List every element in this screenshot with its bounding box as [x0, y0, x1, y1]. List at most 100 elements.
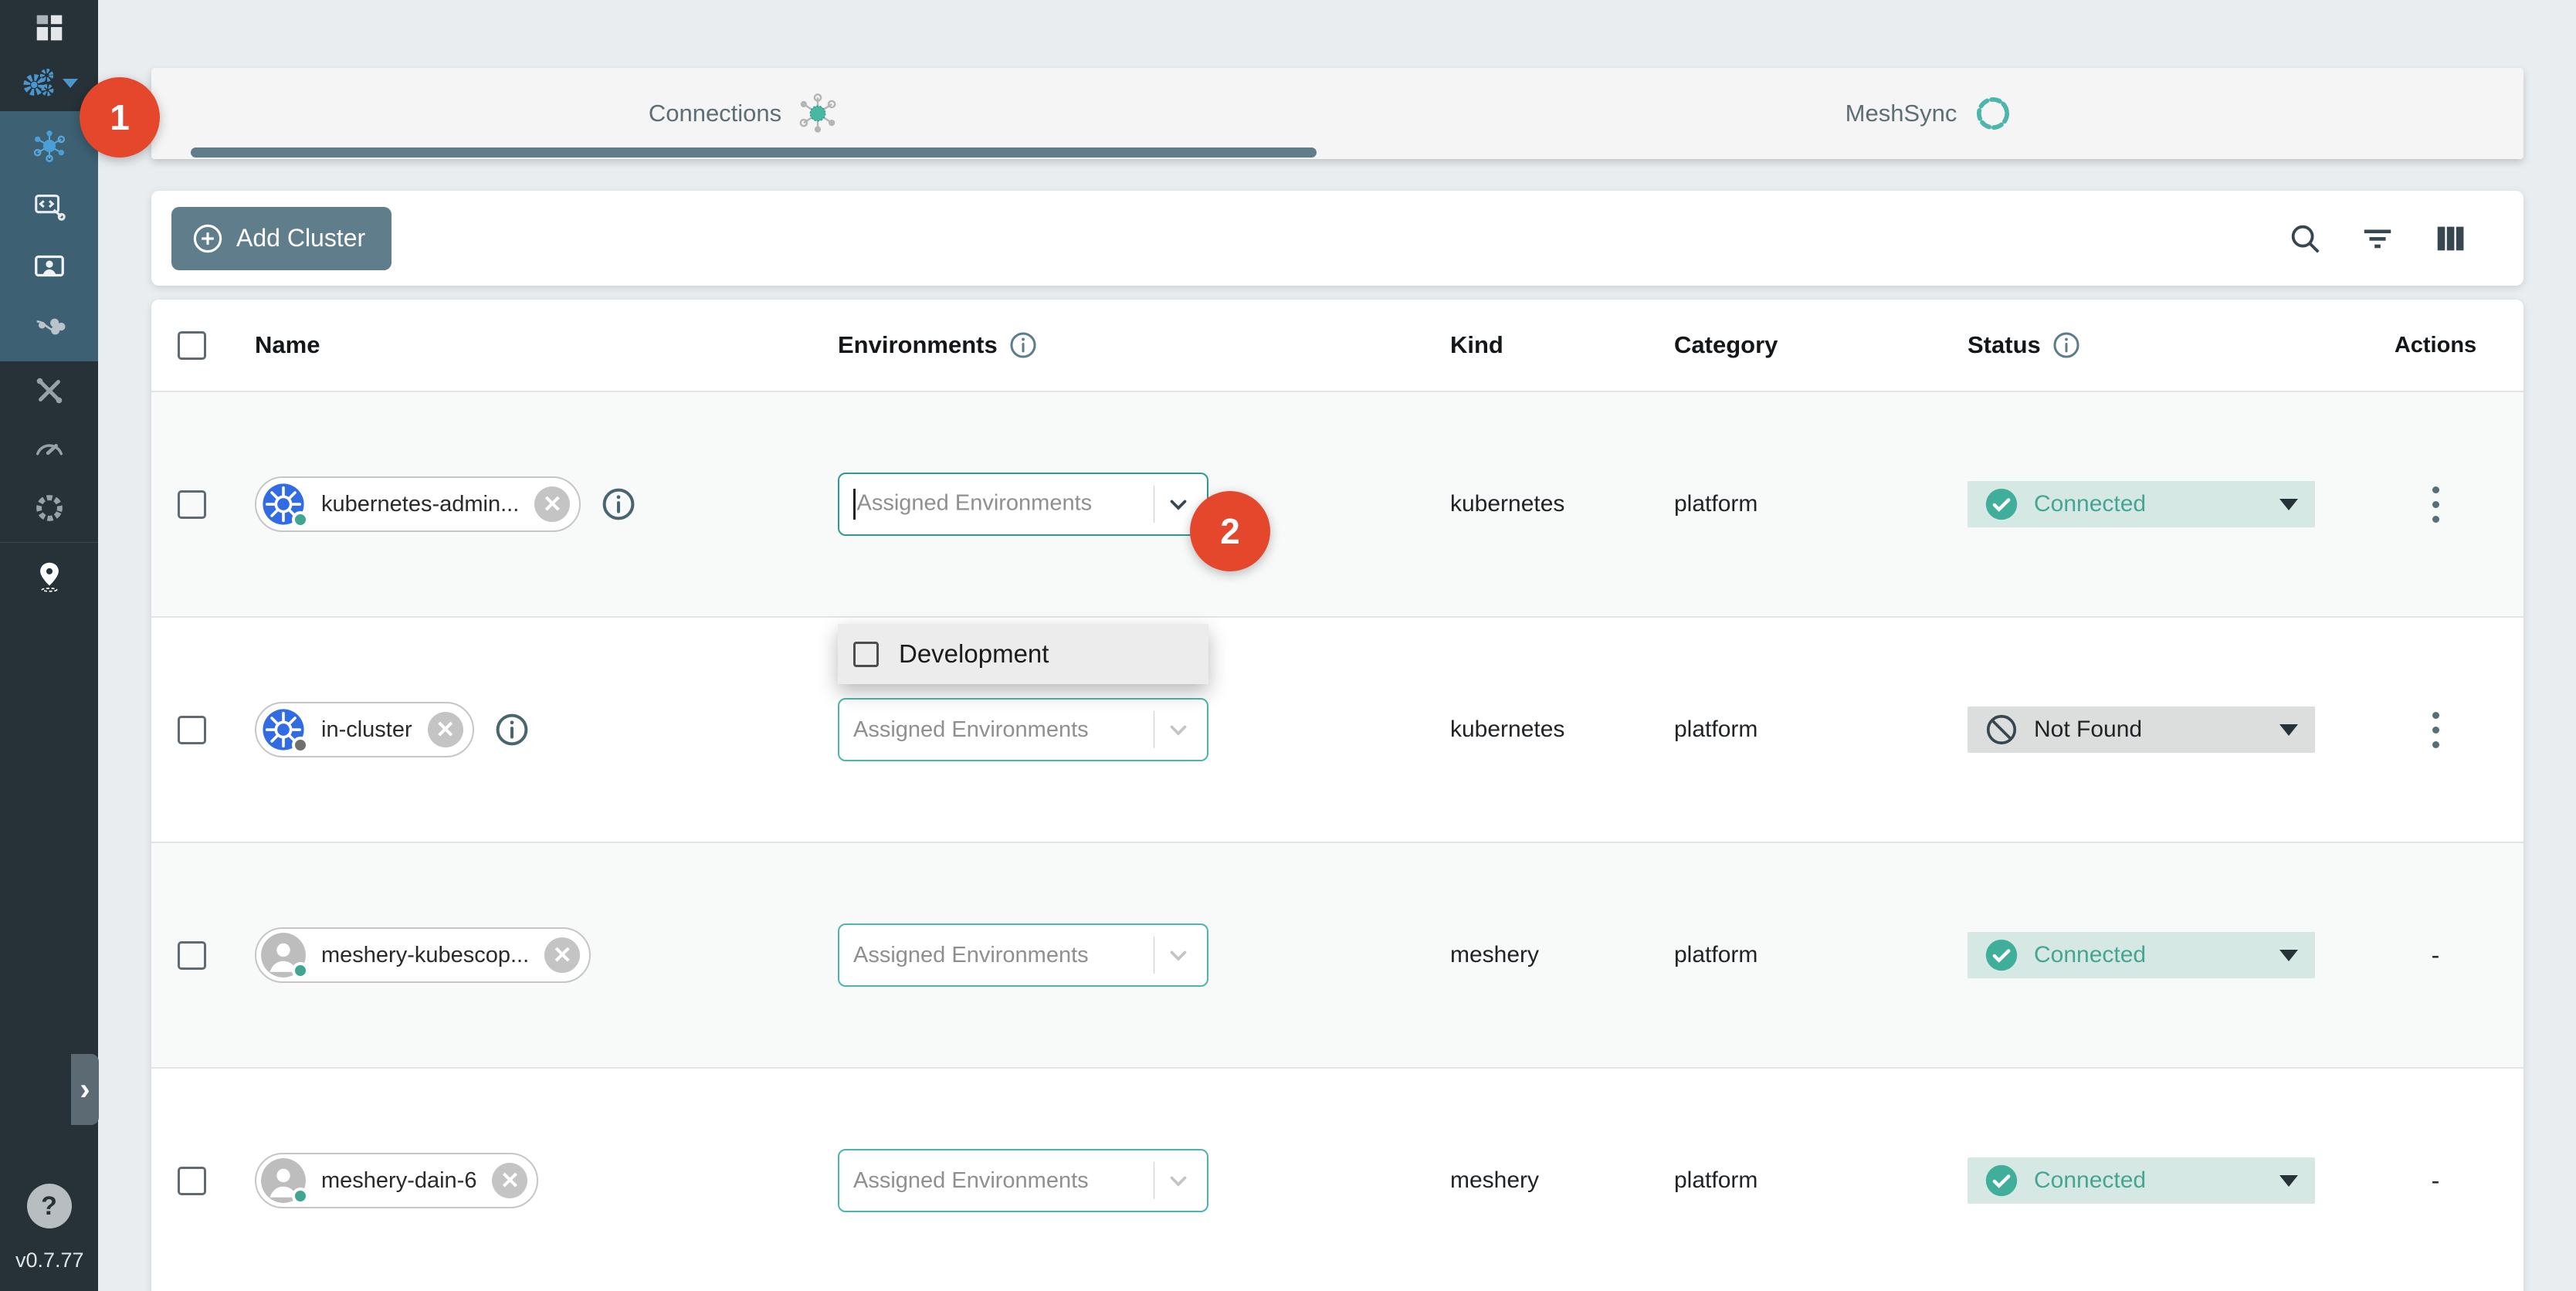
- connection-chip[interactable]: meshery-kubescop... ✕: [255, 927, 591, 983]
- plus-circle-icon: [192, 222, 224, 255]
- connection-name: kubernetes-admin...: [321, 492, 519, 517]
- environments-select[interactable]: Assigned Environments: [838, 698, 1208, 761]
- meshery-app: ? v0.7.77 › Connections MeshSync: [0, 0, 2576, 1291]
- tab-connections-label: Connections: [649, 100, 781, 127]
- row-checkbox[interactable]: [178, 941, 206, 970]
- no-actions-dash: -: [2432, 941, 2440, 970]
- environments-placeholder: Assigned Environments: [853, 1168, 1154, 1194]
- no-actions-dash: -: [2432, 1167, 2440, 1195]
- chevron-down-icon[interactable]: [1165, 717, 1191, 743]
- tab-bar: Connections MeshSync: [151, 68, 2523, 159]
- connection-name: meshery-kubescop...: [321, 943, 529, 968]
- chevron-down-icon[interactable]: [1165, 942, 1191, 968]
- connection-info-icon[interactable]: [601, 486, 636, 522]
- environments-select[interactable]: Assigned Environments: [838, 1149, 1208, 1212]
- kind-cell: kubernetes: [1450, 717, 1674, 743]
- select-all-checkbox[interactable]: [178, 331, 206, 360]
- row-actions-menu-icon[interactable]: [2425, 479, 2447, 530]
- performance-icon[interactable]: [0, 420, 98, 479]
- environments-select[interactable]: Assigned Environments: [838, 923, 1208, 987]
- chevron-down-icon[interactable]: [1165, 1167, 1191, 1194]
- row-actions-menu-icon[interactable]: [2425, 704, 2447, 756]
- environments-placeholder: Assigned Environments: [853, 489, 1154, 520]
- view-columns-icon[interactable]: [2432, 221, 2468, 256]
- service-mesh-icon[interactable]: [0, 296, 98, 357]
- connection-chip[interactable]: in-cluster ✕: [255, 702, 474, 757]
- chevron-down-icon[interactable]: [1165, 491, 1191, 517]
- table-row: in-cluster ✕ Assigned Environments kuber…: [151, 618, 2523, 843]
- connections-mesh-icon: [795, 91, 840, 136]
- remove-connection-icon[interactable]: ✕: [492, 1163, 527, 1198]
- environments-placeholder: Assigned Environments: [853, 943, 1154, 968]
- avatar-icon: [261, 1158, 306, 1203]
- kubernetes-icon: [261, 707, 306, 752]
- environment-option-checkbox[interactable]: [853, 642, 879, 667]
- tab-connections[interactable]: Connections: [151, 68, 1337, 159]
- status-caret-icon: [2279, 499, 2298, 510]
- meshsync-spinner-icon: [1971, 91, 2015, 136]
- column-header-category[interactable]: Category: [1674, 331, 1968, 359]
- column-header-kind[interactable]: Kind: [1450, 331, 1674, 359]
- add-cluster-button[interactable]: Add Cluster: [171, 207, 391, 270]
- remove-connection-icon[interactable]: ✕: [428, 712, 463, 747]
- status-caret-icon: [2279, 1175, 2298, 1187]
- column-header-actions: Actions: [2347, 333, 2523, 358]
- annotation-step-2-badge: 2: [1190, 491, 1270, 571]
- search-icon[interactable]: [2287, 221, 2323, 256]
- app-version: v0.7.77: [0, 1249, 98, 1291]
- not-found-icon: [1985, 713, 2018, 747]
- toolbox-icon[interactable]: [0, 361, 98, 420]
- category-cell: platform: [1674, 1167, 1968, 1194]
- connection-chip[interactable]: kubernetes-admin... ✕: [255, 476, 581, 532]
- remote-session-icon[interactable]: [0, 236, 98, 296]
- sidebar-divider: [0, 542, 98, 543]
- help-button[interactable]: ?: [27, 1184, 72, 1228]
- environments-dropdown-menu: Development: [838, 624, 1208, 684]
- playground-icon[interactable]: [0, 176, 98, 236]
- kind-cell: meshery: [1450, 1167, 1674, 1194]
- status-badge[interactable]: Not Found: [1968, 706, 2315, 753]
- column-header-name[interactable]: Name: [232, 331, 838, 359]
- category-cell: platform: [1674, 942, 1968, 968]
- lifecycle-expand-caret-icon[interactable]: [63, 79, 78, 88]
- environments-placeholder: Assigned Environments: [853, 717, 1154, 743]
- tab-meshsync[interactable]: MeshSync: [1337, 68, 2523, 159]
- status-caret-icon: [2279, 950, 2298, 961]
- category-cell: platform: [1674, 717, 1968, 743]
- avatar-icon: [261, 933, 306, 978]
- environments-info-icon[interactable]: [1008, 330, 1038, 360]
- status-caret-icon: [2279, 724, 2298, 736]
- kind-cell: meshery: [1450, 942, 1674, 968]
- kind-cell: kubernetes: [1450, 491, 1674, 517]
- status-badge[interactable]: Connected: [1968, 1157, 2315, 1204]
- status-dot: [292, 511, 309, 528]
- sidebar-expand-button[interactable]: ›: [71, 1054, 99, 1125]
- column-header-environments[interactable]: Environments: [838, 330, 1450, 360]
- remove-connection-icon[interactable]: ✕: [534, 486, 570, 522]
- status-badge[interactable]: Connected: [1968, 481, 2315, 527]
- row-checkbox[interactable]: [178, 716, 206, 744]
- get-started-icon[interactable]: [0, 547, 98, 606]
- table-row: meshery-dain-6 ✕ Assigned Environments m…: [151, 1069, 2523, 1291]
- column-header-status[interactable]: Status: [1968, 330, 2347, 360]
- status-dot: [292, 737, 309, 754]
- environment-option-label[interactable]: Development: [899, 639, 1049, 669]
- status-info-icon[interactable]: [2052, 330, 2081, 360]
- lifecycle-submenu: [0, 111, 98, 361]
- connection-info-icon[interactable]: [494, 712, 530, 747]
- remove-connection-icon[interactable]: ✕: [544, 937, 580, 973]
- kubernetes-icon: [261, 482, 306, 527]
- filter-icon[interactable]: [2360, 221, 2395, 256]
- connection-name: in-cluster: [321, 717, 412, 743]
- connection-chip[interactable]: meshery-dain-6 ✕: [255, 1153, 538, 1208]
- environments-select[interactable]: Assigned Environments: [838, 473, 1208, 536]
- status-badge[interactable]: Connected: [1968, 932, 2315, 978]
- connections-table: Name Environments Kind Category Status A…: [151, 300, 2523, 1291]
- row-checkbox[interactable]: [178, 490, 206, 519]
- row-checkbox[interactable]: [178, 1167, 206, 1195]
- main-content: Connections MeshSync Add Cluster: [98, 0, 2576, 1291]
- connected-check-icon: [1985, 487, 2018, 521]
- dashboard-icon[interactable]: [0, 0, 98, 56]
- extensions-icon[interactable]: [0, 479, 98, 537]
- connected-check-icon: [1985, 938, 2018, 972]
